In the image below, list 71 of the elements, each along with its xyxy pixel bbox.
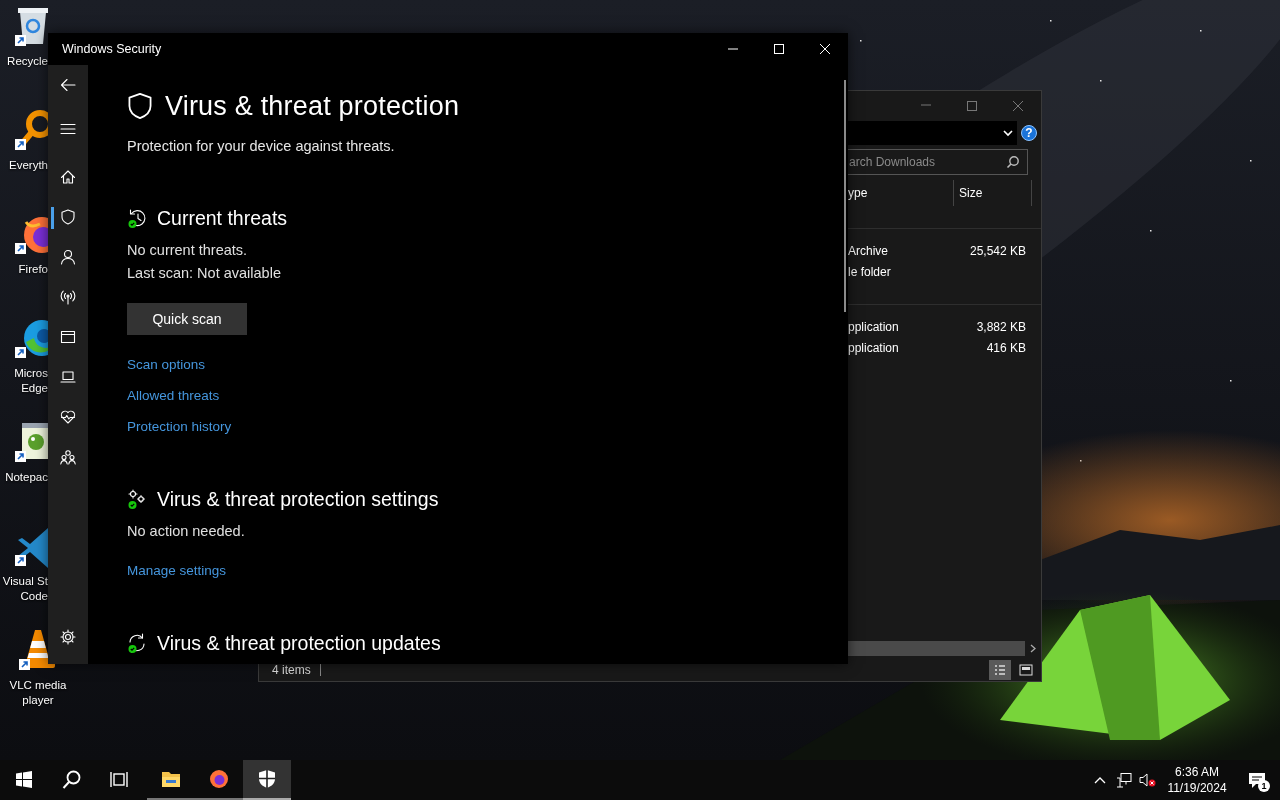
window-icon bbox=[60, 329, 76, 345]
person-icon bbox=[60, 249, 76, 265]
antenna-icon bbox=[60, 289, 76, 305]
taskbar-button[interactable] bbox=[243, 760, 291, 800]
link[interactable]: Manage settings bbox=[127, 561, 227, 581]
gears-icon bbox=[127, 489, 147, 509]
shield-icon bbox=[60, 209, 76, 225]
details-view-icon bbox=[994, 664, 1006, 676]
laptop-icon bbox=[60, 369, 76, 385]
file-size: 3,882 KB bbox=[976, 319, 1026, 334]
quick-scan-button[interactable]: Quick scan bbox=[127, 303, 247, 335]
window-title: Windows Security bbox=[61, 42, 162, 56]
link[interactable]: Allowed threats bbox=[127, 386, 220, 406]
history-icon bbox=[127, 208, 147, 228]
back-icon bbox=[60, 77, 76, 93]
shield-icon bbox=[257, 769, 277, 789]
search-icon bbox=[62, 770, 82, 790]
close-icon bbox=[819, 43, 831, 55]
help-button[interactable]: ? bbox=[1021, 125, 1037, 141]
browser-icon bbox=[209, 769, 229, 789]
link[interactable]: Scan options bbox=[127, 355, 206, 375]
speaker-muted-icon bbox=[1139, 772, 1157, 788]
file-type: Archive bbox=[848, 243, 888, 258]
tiles-view-icon bbox=[1019, 664, 1033, 676]
desktop-shortcut[interactable]: Everyth bbox=[0, 108, 48, 212]
search-field[interactable]: arch Downloads bbox=[848, 149, 1028, 175]
notepad-icon bbox=[14, 420, 48, 464]
section-title: Virus & threat protection updates bbox=[157, 631, 441, 655]
close-icon bbox=[1012, 100, 1024, 112]
link[interactable]: Protection history bbox=[127, 417, 232, 437]
file-type: le folder bbox=[848, 264, 891, 279]
shield-icon bbox=[127, 92, 153, 120]
sync-icon bbox=[127, 633, 147, 653]
section-title: Current threats bbox=[157, 206, 288, 230]
scrollbar[interactable] bbox=[848, 641, 1025, 656]
file-size: 416 KB bbox=[986, 340, 1026, 355]
scrollbar[interactable] bbox=[844, 80, 846, 312]
network-icon bbox=[1116, 772, 1132, 788]
clock-date: 11/19/2024 bbox=[1167, 780, 1227, 796]
status-text: Last scan: Not available bbox=[127, 264, 282, 283]
file-type: pplication bbox=[848, 340, 899, 355]
maximize-icon bbox=[966, 100, 978, 112]
search-icon bbox=[1006, 155, 1020, 169]
desktop-shortcut[interactable]: Recycle bbox=[0, 4, 48, 108]
clock-time: 6:36 AM bbox=[1175, 764, 1219, 780]
desktop-shortcut[interactable]: Visual St Code bbox=[0, 524, 48, 628]
page-title: Virus & threat protection bbox=[165, 90, 460, 122]
status-text: No current threats. bbox=[127, 241, 249, 260]
notifications-button[interactable]: 1 bbox=[1234, 760, 1280, 800]
view-toggle[interactable] bbox=[989, 660, 1011, 680]
settings-icon bbox=[60, 629, 76, 645]
menu-icon bbox=[60, 121, 76, 137]
chevron-down-icon bbox=[1003, 129, 1013, 137]
folder-icon bbox=[161, 769, 181, 789]
home-icon bbox=[60, 169, 76, 185]
heart-pulse-icon bbox=[60, 409, 76, 425]
column-header[interactable]: Size bbox=[954, 180, 1032, 206]
file-type: pplication bbox=[848, 319, 899, 334]
desktop-shortcut[interactable]: Notepac bbox=[0, 420, 48, 524]
clock[interactable]: 6:36 AM 11/19/2024 bbox=[1160, 764, 1234, 796]
file-size: 25,542 KB bbox=[969, 243, 1026, 258]
maximize-icon bbox=[773, 43, 785, 55]
chevron-up-icon bbox=[1094, 776, 1106, 784]
status-text: No action needed. bbox=[127, 522, 246, 541]
task-view-icon bbox=[110, 770, 130, 790]
magnifier-icon bbox=[14, 108, 48, 152]
section-title: Virus & threat protection settings bbox=[157, 487, 439, 511]
page-subtitle: Protection for your device against threats. bbox=[127, 138, 395, 154]
chevron-right-icon bbox=[1030, 644, 1036, 653]
windows-logo-icon bbox=[14, 770, 34, 790]
people-icon bbox=[60, 449, 76, 465]
